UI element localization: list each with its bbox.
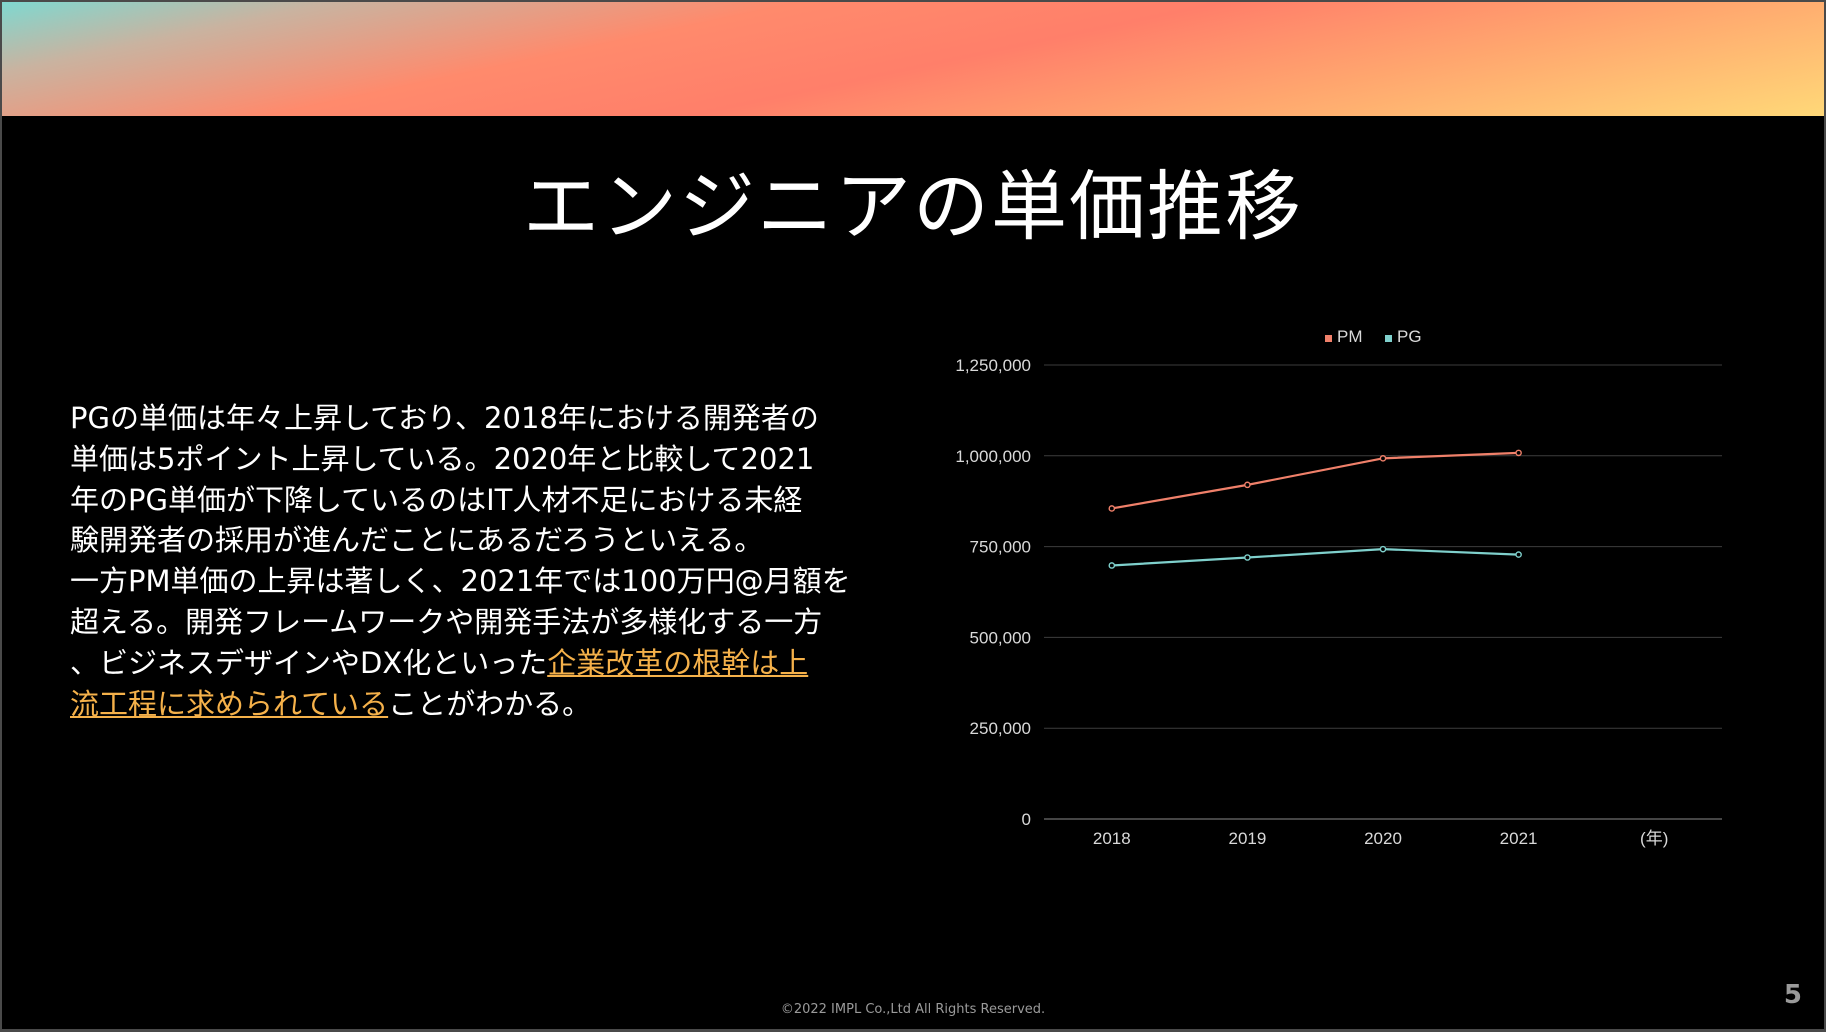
data-point-pg (1379, 545, 1387, 553)
slide: エンジニアの単価推移 PGの単価は年々上昇しており、2018年における開発者の … (2, 2, 1824, 1029)
body-text: PGの単価は年々上昇しており、2018年における開発者の 単価は5ポイント上昇し… (70, 398, 920, 724)
page-number: 5 (1783, 980, 1802, 1010)
series-pm (1108, 449, 1522, 512)
series-line-pg (1111, 548, 1519, 567)
x-tick-label: 2019 (1228, 829, 1266, 848)
x-tick-label: (年) (1640, 829, 1668, 848)
body-text-before: PGの単価は年々上昇しており、2018年における開発者の 単価は5ポイント上昇し… (70, 401, 851, 680)
series-pg (1108, 545, 1522, 569)
data-point-pm (1108, 505, 1116, 512)
y-tick-label: 1,000,000 (955, 447, 1031, 466)
y-tick-label: 750,000 (970, 538, 1031, 557)
x-tick-label: 2018 (1093, 829, 1131, 848)
y-axis: 0 250,000 500,000 750,000 1,000,000 1,250,000 (955, 356, 1031, 829)
legend-swatch (1385, 335, 1392, 342)
data-point-pm (1515, 449, 1522, 457)
legend-item-pg: PG (1385, 327, 1422, 346)
x-axis: 2018 2019 2020 2021 (年) (1093, 829, 1668, 848)
legend-swatch (1325, 335, 1332, 342)
line-chart: PM PG 0 250,000 500,000 750,000 1,000,000 1,25… (955, 327, 1722, 848)
y-tick-label: 0 (1022, 810, 1031, 829)
y-tick-label: 500,000 (970, 628, 1031, 647)
data-point-pm (1244, 481, 1251, 489)
x-tick-label: 2020 (1364, 829, 1402, 848)
y-tick-label: 1,250,000 (955, 356, 1031, 375)
copyright-footer: ©2022 IMPL Co.,Ltd All Rights Reserved. (780, 1002, 1046, 1017)
y-tick-label: 250,000 (970, 719, 1031, 738)
chart-legend: PM PG (1325, 327, 1422, 346)
legend-label: PG (1397, 327, 1422, 346)
data-point-pg (1244, 554, 1251, 561)
chart-gridlines (1044, 364, 1722, 820)
body-text-after: ことがわかる。 (388, 686, 592, 721)
legend-label: PM (1337, 327, 1363, 346)
x-tick-label: 2021 (1500, 829, 1538, 848)
chart-series (1108, 449, 1522, 569)
data-point-pm (1379, 455, 1387, 462)
gradient-banner (2, 2, 1824, 116)
data-point-pg (1515, 551, 1522, 558)
slide-title: エンジニアの単価推移 (523, 162, 1303, 251)
legend-item-pm: PM (1325, 327, 1363, 346)
data-point-pg (1108, 562, 1116, 569)
series-line-pm (1111, 451, 1519, 510)
